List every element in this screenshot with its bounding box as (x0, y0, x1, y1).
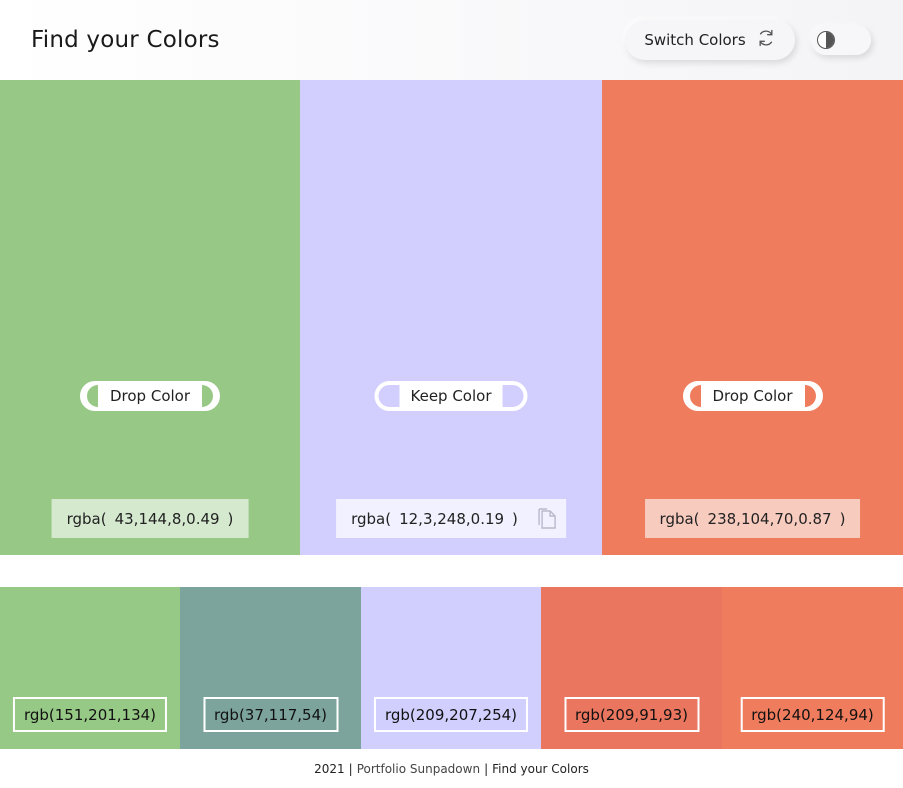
pill-cap-left (86, 385, 98, 407)
palette-swatch[interactable]: rgb(209,207,254) (361, 587, 541, 749)
value-suffix: ) (839, 509, 846, 528)
color-panel-2: Keep Color rgba( 12,3,248,0.19 ) (300, 80, 602, 555)
palette-swatch[interactable]: rgb(37,117,54) (180, 587, 361, 749)
color-panels: Drop Color rgba( 43,144,8,0.49 ) Keep Co… (0, 80, 903, 555)
theme-toggle[interactable] (811, 25, 871, 55)
keep-color-control: Keep Color (374, 381, 528, 411)
footer-separator: | (484, 761, 489, 776)
switch-colors-label: Switch Colors (644, 31, 746, 49)
footer-app-link[interactable]: Find your Colors (492, 762, 589, 776)
color-panel-1: Drop Color rgba( 43,144,8,0.49 ) (0, 80, 300, 555)
color-value-field[interactable]: rgba( 43,144,8,0.49 ) (51, 499, 249, 538)
page-title: Find your Colors (31, 27, 220, 53)
keep-color-label: Keep Color (399, 382, 503, 410)
value-suffix: ) (227, 509, 234, 528)
palette-strip: rgb(151,201,134) rgb(37,117,54) rgb(209,… (0, 587, 903, 749)
header-actions: Switch Colors (625, 20, 871, 60)
drop-color-control: Drop Color (682, 381, 823, 411)
footer-year: 2021 (314, 761, 345, 776)
drop-color-label: Drop Color (712, 387, 793, 405)
copy-icon[interactable] (529, 499, 566, 538)
footer-portfolio-link[interactable]: Portfolio Sunpadown (357, 762, 480, 776)
drop-color-control: Drop Color (79, 381, 221, 411)
palette-swatch[interactable]: rgb(209,91,93) (541, 587, 722, 749)
color-value-field[interactable]: rgba( 238,104,70,0.87 ) (644, 499, 861, 538)
page-footer: 2021 | Portfolio Sunpadown | Find your C… (0, 749, 903, 788)
color-value-field[interactable]: rgba( 12,3,248,0.19 ) (336, 499, 566, 538)
palette-swatch[interactable]: rgb(151,201,134) (0, 587, 180, 749)
pill-cap-right (202, 385, 214, 407)
value-prefix: rgba( (351, 509, 392, 528)
drop-color-button[interactable]: Drop Color (79, 381, 221, 411)
footer-separator: | (348, 761, 353, 776)
value-prefix: rgba( (659, 509, 700, 528)
pill-cap-left (689, 385, 701, 407)
drop-color-button[interactable]: Drop Color (682, 381, 823, 411)
swatch-rgb-label[interactable]: rgb(37,117,54) (203, 697, 338, 732)
color-value: 43,144,8,0.49 (114, 509, 220, 528)
swatch-rgb-label[interactable]: rgb(151,201,134) (12, 697, 168, 732)
refresh-icon (756, 28, 776, 52)
value-prefix: rgba( (66, 509, 107, 528)
palette-swatch[interactable]: rgb(240,124,94) (722, 587, 903, 749)
drop-color-label: Drop Color (109, 387, 191, 405)
color-value: 12,3,248,0.19 (399, 509, 505, 528)
swatch-rgb-label[interactable]: rgb(209,91,93) (564, 697, 699, 732)
switch-colors-button[interactable]: Switch Colors (625, 20, 795, 60)
app-header: Find your Colors Switch Colors (0, 0, 903, 80)
pill-cap-right (804, 385, 816, 407)
swatch-rgb-label[interactable]: rgb(240,124,94) (740, 697, 885, 732)
keep-color-button[interactable]: Keep Color (374, 381, 528, 411)
swatch-rgb-label[interactable]: rgb(209,207,254) (373, 697, 529, 732)
color-value: 238,104,70,0.87 (707, 509, 832, 528)
value-suffix: ) (512, 509, 518, 528)
color-panel-3: Drop Color rgba( 238,104,70,0.87 ) (602, 80, 903, 555)
contrast-half-circle-icon (817, 31, 835, 49)
